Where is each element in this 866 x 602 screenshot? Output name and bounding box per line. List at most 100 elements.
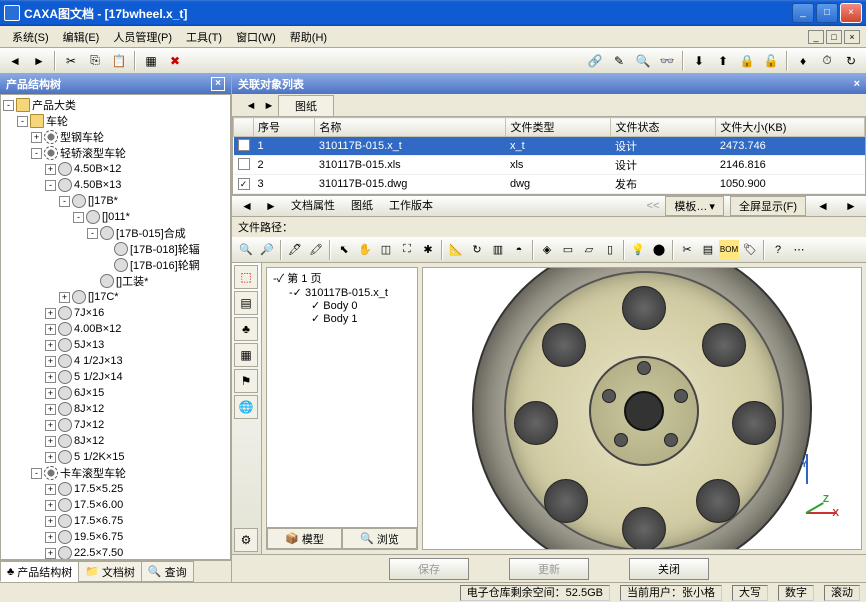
nav-scroll-left-icon[interactable]: ◄ <box>812 195 834 217</box>
tree-node[interactable]: +4 1/2J×13 <box>3 353 228 369</box>
tree-node[interactable]: -[]17B* <box>3 193 228 209</box>
expand-icon[interactable]: - <box>17 116 28 127</box>
vt-zoom-out-icon[interactable]: 🔎 <box>257 240 277 260</box>
tree-node[interactable]: +[]17C* <box>3 289 228 305</box>
tab-scroll-left-icon[interactable]: ◄ <box>244 100 258 114</box>
navtab-props[interactable]: 文档属性 <box>284 195 342 217</box>
st-cube-icon[interactable]: ⬚ <box>234 265 258 289</box>
expand-icon[interactable]: - <box>3 100 14 111</box>
model-tab-model[interactable]: 📦模型 <box>267 528 342 549</box>
vt-snap-icon[interactable]: ✱ <box>418 240 438 260</box>
expand-icon[interactable]: + <box>31 132 42 143</box>
expand-icon[interactable]: + <box>45 436 56 447</box>
vt-section-icon[interactable]: ✂ <box>677 240 697 260</box>
tool-unlock-icon[interactable]: 🔓 <box>760 50 782 72</box>
checkbox[interactable]: ✓ <box>277 273 285 285</box>
expand-icon[interactable]: - <box>73 212 84 223</box>
expand-icon[interactable]: - <box>31 468 42 479</box>
tree-node[interactable]: +5 1/2J×14 <box>3 369 228 385</box>
expand-icon[interactable]: + <box>45 404 56 415</box>
tool-paste-icon[interactable]: 📋 <box>108 50 130 72</box>
menu-item[interactable]: 人员管理(P) <box>107 27 178 47</box>
tree-node[interactable]: -[]011* <box>3 209 228 225</box>
expand-icon[interactable]: + <box>45 420 56 431</box>
tree-node[interactable]: -4.50B×13 <box>3 177 228 193</box>
vt-region-icon[interactable]: ◫ <box>376 240 396 260</box>
expand-icon[interactable]: - <box>31 148 42 159</box>
expand-icon[interactable]: + <box>45 340 56 351</box>
left-tab[interactable]: ♣产品结构树 <box>0 561 79 582</box>
vt-pan-icon[interactable]: ✋ <box>355 240 375 260</box>
tree-node[interactable]: +17.5×5.25 <box>3 481 228 497</box>
tool-cancel-icon[interactable]: ✖ <box>164 50 186 72</box>
tree-node[interactable]: +4.50B×12 <box>3 161 228 177</box>
tool-network-icon[interactable]: ♦ <box>792 50 814 72</box>
vt-front-icon[interactable]: ▭ <box>558 240 578 260</box>
row-checkbox[interactable] <box>238 158 250 170</box>
tree-node[interactable]: +22.5×7.50 <box>3 545 228 560</box>
vt-layers-icon[interactable]: ▤ <box>698 240 718 260</box>
menu-item[interactable]: 工具(T) <box>180 27 228 47</box>
menu-item[interactable]: 编辑(E) <box>57 27 106 47</box>
vt-tag-icon[interactable]: 🏷 <box>740 240 760 260</box>
vt-marker-icon[interactable]: 🖍 <box>306 240 326 260</box>
st-layers-icon[interactable]: ▤ <box>234 291 258 315</box>
tab-drawing[interactable]: 图纸 <box>278 95 334 116</box>
expand-icon[interactable]: + <box>45 484 56 495</box>
mdi-restore-button[interactable]: □ <box>826 30 842 44</box>
right-panel-close-icon[interactable]: × <box>854 78 860 90</box>
tree-node[interactable]: +7J×16 <box>3 305 228 321</box>
left-tab[interactable]: 📁文档树 <box>78 561 142 582</box>
expand-icon[interactable]: + <box>45 164 56 175</box>
st-grid-icon[interactable]: ▦ <box>234 343 258 367</box>
expand-icon[interactable]: - <box>87 228 98 239</box>
tree-node[interactable]: +型钢车轮 <box>3 129 228 145</box>
vt-bom-icon[interactable]: BOM <box>719 240 739 260</box>
tree-node[interactable]: -车轮 <box>3 113 228 129</box>
expand-icon[interactable]: + <box>45 500 56 511</box>
vt-zoom-in-icon[interactable]: 🔍 <box>236 240 256 260</box>
vt-light-icon[interactable]: 💡 <box>628 240 648 260</box>
model-tab-browse[interactable]: 🔍浏览 <box>342 528 417 549</box>
st-globe-icon[interactable]: 🌐 <box>234 395 258 419</box>
minimize-button[interactable]: _ <box>792 3 814 23</box>
st-tree-icon[interactable]: ♣ <box>234 317 258 341</box>
left-tab[interactable]: 🔍查询 <box>141 561 194 582</box>
vt-top-icon[interactable]: ▱ <box>579 240 599 260</box>
close-button[interactable]: 关闭 <box>629 558 709 580</box>
row-checkbox[interactable] <box>238 139 250 151</box>
navtab-drawing[interactable]: 图纸 <box>344 195 380 217</box>
expand-icon[interactable]: + <box>45 308 56 319</box>
col-header[interactable]: 名称 <box>315 118 506 137</box>
vt-side-icon[interactable]: ▯ <box>600 240 620 260</box>
checkbox[interactable]: ✓ <box>293 287 302 299</box>
col-header[interactable]: 文件类型 <box>506 118 611 137</box>
vt-pen-icon[interactable]: 🖊 <box>285 240 305 260</box>
tool-edit-icon[interactable]: ✎ <box>608 50 630 72</box>
vt-render-icon[interactable]: ⬤ <box>649 240 669 260</box>
left-panel-close-icon[interactable]: × <box>211 77 225 91</box>
row-checkbox[interactable]: ✓ <box>238 178 250 190</box>
vt-iso-icon[interactable]: ◈ <box>537 240 557 260</box>
axes-gizmo[interactable]: X Y Z <box>771 459 841 529</box>
menu-item[interactable]: 窗口(W) <box>230 27 282 47</box>
vt-wire-icon[interactable]: ▥ <box>488 240 508 260</box>
tool-grid-icon[interactable]: ▦ <box>140 50 162 72</box>
expand-icon[interactable]: + <box>45 516 56 527</box>
save-button[interactable]: 保存 <box>389 558 469 580</box>
col-header[interactable]: 序号 <box>254 118 315 137</box>
tool-binoculars-icon[interactable]: 👓 <box>656 50 678 72</box>
vt-measure-icon[interactable]: 📐 <box>446 240 466 260</box>
update-button[interactable]: 更新 <box>509 558 589 580</box>
maximize-button[interactable]: □ <box>816 3 838 23</box>
tool-search-icon[interactable]: 🔍 <box>632 50 654 72</box>
tab-scroll-right-icon[interactable]: ► <box>262 100 276 114</box>
tree-node[interactable]: +8J×12 <box>3 401 228 417</box>
vt-shade-icon[interactable]: ◓ <box>509 240 529 260</box>
tree-node[interactable]: [17B-018]轮辐 <box>3 241 228 257</box>
tool-copy-icon[interactable]: ⎘ <box>84 50 106 72</box>
tree-node[interactable]: -轻轿滚型车轮 <box>3 145 228 161</box>
nav-prev-icon[interactable]: << <box>647 200 660 212</box>
mdi-minimize-button[interactable]: _ <box>808 30 824 44</box>
expand-icon[interactable]: - <box>45 180 56 191</box>
